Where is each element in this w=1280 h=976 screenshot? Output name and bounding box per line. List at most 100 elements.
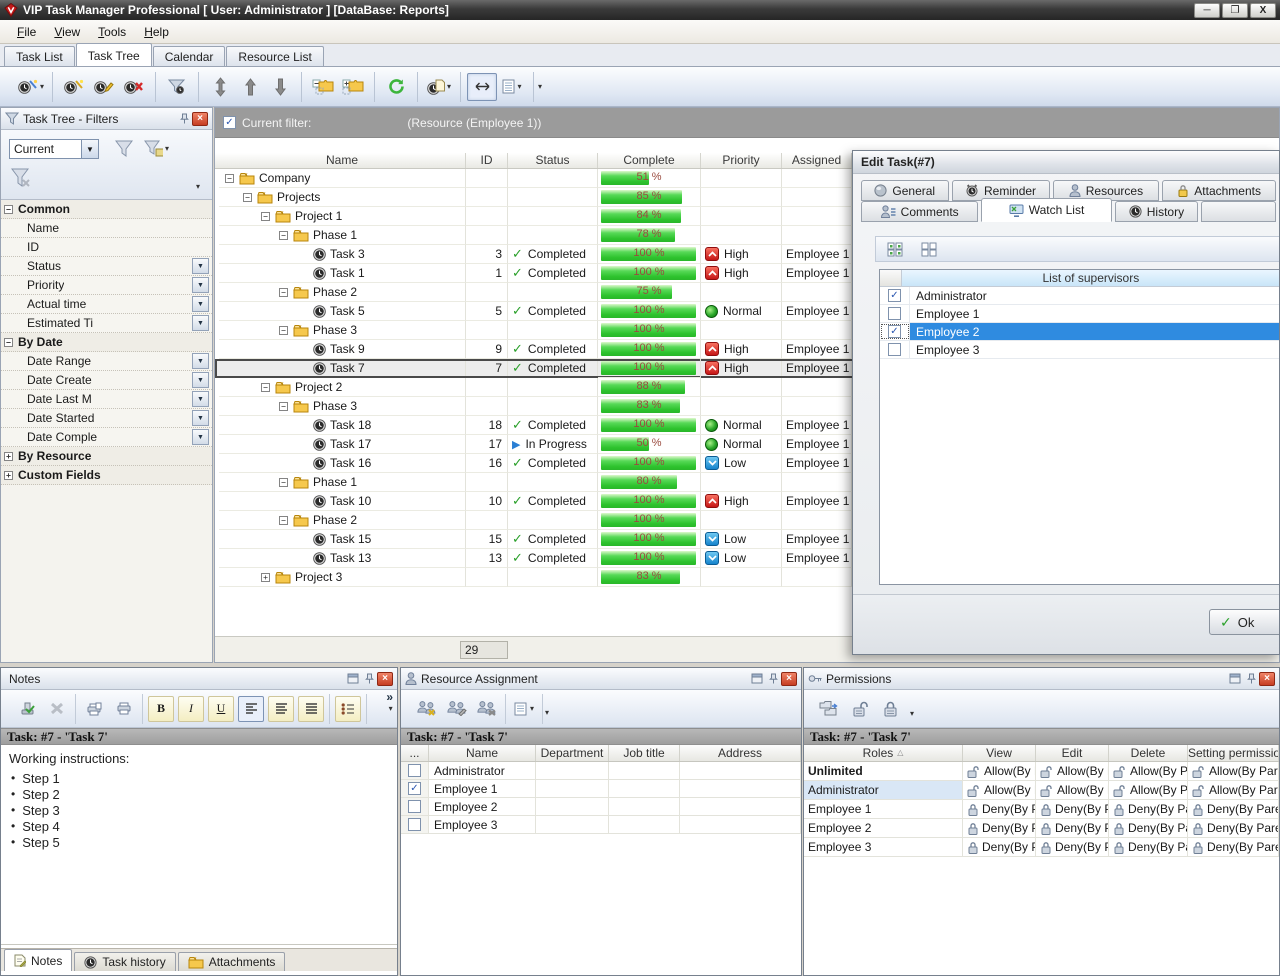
tab-calendar[interactable]: Calendar xyxy=(153,46,226,66)
delete-task-button[interactable] xyxy=(119,73,149,101)
column-header-priority[interactable]: Priority xyxy=(701,153,782,168)
collapse-icon[interactable]: − xyxy=(279,231,288,240)
collapse-icon[interactable]: − xyxy=(279,402,288,411)
chevron-down-icon[interactable]: ▾ xyxy=(447,82,451,91)
assign-resource-button[interactable] xyxy=(414,696,440,722)
remove-assignment-button[interactable] xyxy=(474,696,500,722)
expand-icon[interactable]: + xyxy=(4,452,13,461)
new-task-button[interactable]: ▾ xyxy=(16,73,46,101)
chevron-down-icon[interactable]: ▼ xyxy=(192,258,209,274)
move-down-button[interactable] xyxy=(265,73,295,101)
edit-task-button[interactable] xyxy=(89,73,119,101)
permission-row-unlimited[interactable]: UnlimitedAllow(By Parent)Allow(By Parent… xyxy=(804,762,1279,781)
chevron-down-icon[interactable]: ▼ xyxy=(192,410,209,426)
dialog-tab-history[interactable]: History xyxy=(1115,201,1199,222)
customize-columns-button[interactable]: ▾ xyxy=(497,73,527,101)
collapse-icon[interactable]: − xyxy=(279,288,288,297)
permissions-column-roles[interactable]: Roles△ xyxy=(804,745,963,761)
minimize-button[interactable]: ─ xyxy=(1194,3,1220,18)
permissions-column-delete[interactable]: Delete xyxy=(1109,745,1188,761)
menu-help[interactable]: Help xyxy=(135,22,178,42)
collapse-icon[interactable]: − xyxy=(261,212,270,221)
uncheck-all-button[interactable] xyxy=(916,236,942,262)
resource-checkbox[interactable] xyxy=(408,800,421,813)
chevron-down-icon[interactable]: ▼ xyxy=(192,296,209,312)
close-panel-icon[interactable]: × xyxy=(781,672,797,686)
filter-field-estimated-ti[interactable]: Estimated Ti▼ xyxy=(1,314,212,333)
resource-checkbox[interactable] xyxy=(408,818,421,831)
expand-collapse-button[interactable] xyxy=(205,73,235,101)
supervisor-row-employee-1[interactable]: Employee 1 xyxy=(880,305,1280,323)
menu-view[interactable]: View xyxy=(45,22,89,42)
permissions-toolbar-overflow-icon[interactable]: ▾ xyxy=(910,709,914,718)
chevron-down-icon[interactable]: ▼ xyxy=(192,353,209,369)
fit-columns-button[interactable] xyxy=(467,73,497,101)
supervisor-row-employee-3[interactable]: Employee 3 xyxy=(880,341,1280,359)
approve-note-button[interactable] xyxy=(14,696,40,722)
supervisor-checkbox[interactable] xyxy=(888,343,901,356)
underline-button[interactable]: U xyxy=(208,696,234,722)
column-header-id[interactable]: ID xyxy=(466,153,508,168)
restore-panel-icon[interactable] xyxy=(749,672,764,686)
apply-filter-button[interactable] xyxy=(111,136,137,160)
chevron-down-icon[interactable]: ▼ xyxy=(192,391,209,407)
chevron-down-icon[interactable]: ▼ xyxy=(192,429,209,445)
chevron-down-icon[interactable]: ▾ xyxy=(40,82,44,91)
align-left-button[interactable] xyxy=(238,696,264,722)
collapse-tree-button[interactable] xyxy=(308,73,338,101)
collapse-icon[interactable]: − xyxy=(279,478,288,487)
refresh-button[interactable] xyxy=(381,73,411,101)
supervisor-row-administrator[interactable]: ✓Administrator xyxy=(880,287,1280,305)
toolbar-overflow-icon[interactable]: ▾ xyxy=(538,82,542,91)
notes-overflow-icon[interactable]: » xyxy=(386,690,393,704)
pin-icon[interactable] xyxy=(766,672,781,686)
resource-list-button[interactable]: ▾ xyxy=(511,696,537,722)
chevron-down-icon[interactable]: ▾ xyxy=(530,704,534,713)
supervisor-checkbox[interactable] xyxy=(888,307,901,320)
check-all-button[interactable] xyxy=(882,236,908,262)
print-preview-button[interactable] xyxy=(81,696,107,722)
filter-field-date-last-m[interactable]: Date Last M▼ xyxy=(1,390,212,409)
filter-field-date-started[interactable]: Date Started▼ xyxy=(1,409,212,428)
resource-row-employee-1[interactable]: ✓Employee 1 xyxy=(401,780,801,798)
supervisors-column-header[interactable]: List of supervisors xyxy=(902,270,1280,286)
bullet-list-button[interactable] xyxy=(335,696,361,722)
resource-column-job-title[interactable]: Job title xyxy=(609,745,680,761)
supervisor-checkbox[interactable]: ✓ xyxy=(888,289,901,302)
ok-button[interactable]: ✓ Ok xyxy=(1209,609,1280,635)
bold-button[interactable]: B xyxy=(148,696,174,722)
column-header-name[interactable]: Name xyxy=(219,153,466,168)
permissions-column-setting-permissions[interactable]: Setting permissions xyxy=(1188,745,1279,761)
delete-note-button[interactable] xyxy=(44,696,70,722)
resource-row-administrator[interactable]: Administrator xyxy=(401,762,801,780)
move-up-button[interactable] xyxy=(235,73,265,101)
menu-file[interactable]: File xyxy=(8,22,45,42)
pin-icon[interactable] xyxy=(1244,672,1259,686)
tab-task-list[interactable]: Task List xyxy=(4,46,75,66)
tab-task-tree[interactable]: Task Tree xyxy=(76,43,152,66)
resource-column-department[interactable]: Department xyxy=(536,745,609,761)
close-panel-icon[interactable]: × xyxy=(377,672,393,686)
copy-permissions-button[interactable] xyxy=(817,696,843,722)
dialog-tab-attachments[interactable]: Attachments xyxy=(1162,180,1276,201)
collapse-icon[interactable]: − xyxy=(279,516,288,525)
filter-group-by-date[interactable]: −By Date xyxy=(1,333,212,352)
permission-row-employee-1[interactable]: Employee 1Deny(By Parent)Deny(By Parent)… xyxy=(804,800,1279,819)
filter-preset-select[interactable]: Current ▼ xyxy=(9,139,99,159)
supervisor-checkbox[interactable]: ✓ xyxy=(888,325,901,338)
align-center-button[interactable] xyxy=(268,696,294,722)
resource-column-name[interactable]: Name xyxy=(429,745,536,761)
chevron-down-icon[interactable]: ▾ xyxy=(389,704,393,713)
save-filter-button[interactable]: ▾ xyxy=(143,136,169,160)
notes-tab-attachments[interactable]: Attachments xyxy=(178,952,286,971)
filter-group-by-resource[interactable]: +By Resource xyxy=(1,447,212,466)
expand-icon[interactable]: + xyxy=(261,573,270,582)
chevron-down-icon[interactable]: ▾ xyxy=(517,82,521,91)
column-header-complete[interactable]: Complete xyxy=(598,153,701,168)
close-panel-icon[interactable]: × xyxy=(192,112,208,126)
italic-button[interactable]: I xyxy=(178,696,204,722)
collapse-icon[interactable]: − xyxy=(4,205,13,214)
duplicate-task-button[interactable]: ▾ xyxy=(424,73,454,101)
chevron-down-icon[interactable]: ▼ xyxy=(192,277,209,293)
notes-tab-notes[interactable]: Notes xyxy=(4,949,72,971)
